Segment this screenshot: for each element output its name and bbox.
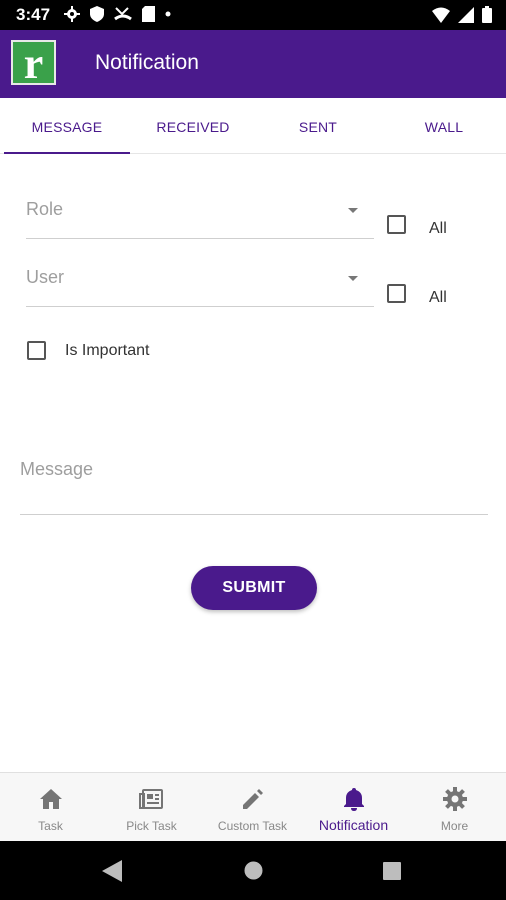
- newspaper-icon: [139, 789, 163, 809]
- nav-item-pick-task[interactable]: Pick Task: [101, 773, 202, 842]
- nav-item-custom-task[interactable]: Custom Task: [202, 773, 303, 842]
- nav-item-more[interactable]: More: [404, 773, 505, 842]
- nav-item-notification[interactable]: Notification: [303, 773, 404, 842]
- gear-icon: [443, 787, 467, 811]
- chevron-down-icon: [348, 208, 358, 213]
- nav-item-task[interactable]: Task: [0, 773, 101, 842]
- status-icons-right: [432, 6, 492, 23]
- bell-icon: [344, 788, 364, 811]
- signal-icon: [458, 6, 474, 23]
- dot-icon: [165, 11, 171, 17]
- role-dropdown[interactable]: Role: [26, 193, 374, 239]
- nav-label-more: More: [440, 819, 469, 833]
- user-dropdown[interactable]: User: [26, 261, 374, 307]
- role-all-label: All: [429, 220, 447, 237]
- missed-call-icon: [114, 7, 132, 21]
- tab-bar: MESSAGE RECEIVED SENT WALL: [0, 98, 506, 154]
- logo-letter: r: [23, 39, 44, 88]
- is-important-label: Is Important: [65, 342, 150, 359]
- back-icon[interactable]: [102, 860, 122, 882]
- nav-label-custom-task: Custom Task: [217, 819, 288, 833]
- status-bar: 3:47: [0, 0, 506, 30]
- battery-icon: [482, 6, 492, 23]
- recents-icon[interactable]: [383, 862, 401, 880]
- message-input[interactable]: Message: [20, 450, 488, 515]
- role-all-checkbox[interactable]: [387, 215, 406, 234]
- nav-label-notification: Notification: [318, 817, 389, 833]
- app-logo: r: [11, 39, 56, 88]
- settings-icon: [64, 6, 80, 22]
- nav-label-task: Task: [38, 819, 63, 833]
- wifi-icon: [432, 7, 450, 23]
- home-circle-icon[interactable]: [243, 860, 264, 881]
- tab-message[interactable]: MESSAGE: [4, 98, 130, 154]
- sd-card-icon: [142, 6, 155, 22]
- system-nav-bar: [0, 841, 506, 900]
- tab-received[interactable]: RECEIVED: [130, 98, 256, 154]
- status-time: 3:47: [16, 5, 51, 24]
- user-all-checkbox[interactable]: [387, 284, 406, 303]
- page-title: Notification: [95, 51, 199, 74]
- tab-sent[interactable]: SENT: [255, 98, 381, 154]
- app-bar: r Notification: [0, 30, 506, 98]
- submit-button[interactable]: SUBMIT: [191, 566, 317, 610]
- user-placeholder: User: [26, 267, 65, 287]
- status-icons-left: [64, 6, 171, 22]
- chevron-down-icon: [348, 276, 358, 281]
- shield-icon: [90, 6, 104, 22]
- nav-label-pick-task: Pick Task: [126, 819, 177, 833]
- bottom-nav: Task Pick Task Custom Task Notification: [0, 772, 506, 841]
- pencil-icon: [243, 789, 263, 809]
- role-placeholder: Role: [26, 199, 64, 219]
- home-icon: [40, 789, 62, 809]
- user-all-label: All: [429, 289, 447, 306]
- tab-wall[interactable]: WALL: [381, 98, 506, 154]
- is-important-checkbox[interactable]: [27, 341, 46, 360]
- message-placeholder: Message: [20, 459, 94, 479]
